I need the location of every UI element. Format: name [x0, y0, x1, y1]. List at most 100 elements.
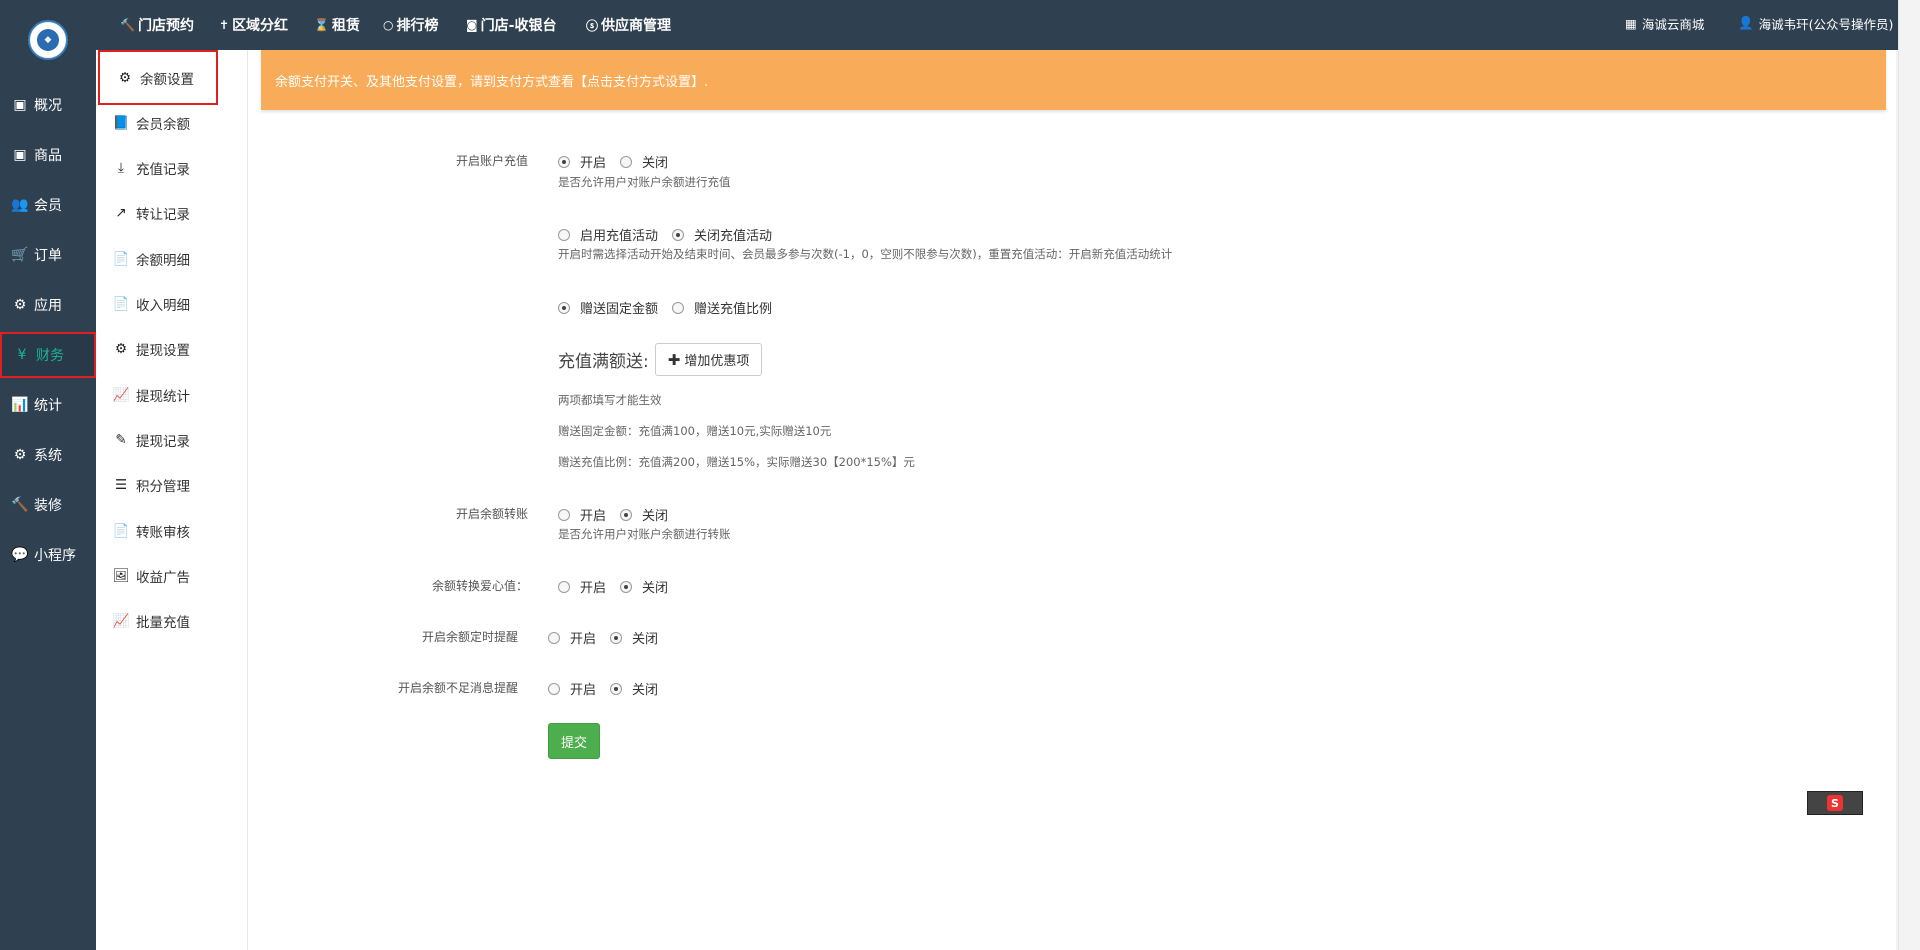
subnav-item-6[interactable]: ⚙ 提现设置 — [96, 327, 248, 372]
mainnav-item-1[interactable]: ▣ 商品 — [0, 132, 96, 178]
book-icon: 📘 — [112, 114, 130, 131]
low-remind-option-1[interactable]: 关闭 — [610, 679, 658, 698]
recharge-option-1[interactable]: 关闭 — [620, 152, 668, 171]
subnav-item-0[interactable]: ⚙ 余额设置 — [98, 50, 218, 105]
mainnav-item-label: 概况 — [34, 98, 62, 114]
logo[interactable]: ◆ — [28, 20, 68, 60]
line-chart-icon: 📈 — [112, 613, 130, 630]
mainnav-item-label: 商品 — [34, 148, 62, 164]
recharge-help: 是否允许用户对账户余额进行充值 — [558, 175, 731, 189]
add-tier-button[interactable]: ✚ 增加优惠项 — [654, 343, 763, 376]
radio-button[interactable] — [672, 228, 685, 241]
topnav-item-2[interactable]: ⌛ 租赁 — [314, 0, 360, 50]
shop-link-label: 海诚云商城 — [1641, 16, 1705, 32]
subnav-item-9[interactable]: ☰ 积分管理 — [96, 463, 248, 508]
page-scrollbar[interactable] — [1898, 0, 1920, 950]
gift-type-option-1[interactable]: 赠送充值比例 — [672, 298, 772, 317]
timed-remind-option-1[interactable]: 关闭 — [610, 628, 658, 647]
subnav-item-10[interactable]: 📄 转账审核 — [96, 508, 248, 553]
topnav-item-4[interactable]: ◙ 门店-收银台 — [466, 0, 556, 50]
recharge-label: 开启账户充值 — [455, 154, 528, 168]
radio-button[interactable] — [672, 301, 685, 314]
radio-button[interactable] — [558, 301, 570, 314]
topnav-item-0[interactable]: 🔨 门店预约 — [120, 0, 194, 50]
submit-button[interactable]: 提交 — [548, 723, 600, 759]
mainnav-item-label: 财务 — [36, 348, 64, 364]
love-option-0[interactable]: 开启 — [558, 577, 606, 596]
radio-button[interactable] — [548, 682, 560, 695]
payment-settings-alert[interactable]: 余额支付开关、及其他支付设置，请到支付方式查看【点击支付方式设置】. — [261, 50, 1886, 110]
radio-label: 关闭 — [642, 156, 669, 171]
subnav-item-4[interactable]: 📄 余额明细 — [96, 236, 248, 281]
mainnav-item-2[interactable]: 👥 会员 — [0, 182, 96, 228]
timed-remind-option-0[interactable]: 开启 — [548, 628, 596, 647]
subnav-item-2[interactable]: ⤓ 充值记录 — [96, 146, 248, 191]
subnav-item-1[interactable]: 📘 会员余额 — [96, 100, 248, 145]
topnav-item-5[interactable]: ⓢ 供应商管理 — [586, 0, 671, 50]
mainnav-item-3[interactable]: 🛒 订单 — [0, 232, 96, 278]
radio-button[interactable] — [558, 508, 570, 521]
download-icon: ⤓ — [118, 160, 124, 177]
radio-button[interactable] — [620, 508, 633, 521]
love-option-1[interactable]: 关闭 — [620, 577, 668, 596]
mainnav-item-5[interactable]: ¥ 财务 — [0, 332, 96, 378]
topnav-item-label: 供应商管理 — [601, 18, 672, 34]
subnav-item-7[interactable]: 📈 提现统计 — [96, 372, 248, 417]
transfer-option-0[interactable]: 开启 — [558, 505, 606, 524]
image-icon: 🖼 — [112, 567, 130, 584]
love-radio-group: 开启 关闭 — [558, 577, 682, 596]
subnav-item-5[interactable]: 📄 收入明细 — [96, 282, 248, 327]
box-icon: ▣ — [13, 147, 27, 163]
radio-label: 关闭 — [632, 632, 659, 647]
transfer-label: 开启余额转账 — [455, 507, 528, 521]
recharge-option-0[interactable]: 开启 — [558, 152, 606, 171]
activity-option-1[interactable]: 关闭充值活动 — [672, 225, 772, 244]
radio-button[interactable] — [610, 682, 623, 695]
mainnav-item-9[interactable]: 💬 小程序 — [0, 532, 96, 578]
ime-indicator[interactable]: S — [1807, 791, 1863, 815]
cart-icon: 🛒 — [11, 247, 29, 263]
recharge-radio-group: 开启 关闭 — [558, 152, 682, 171]
radio-button[interactable] — [558, 580, 570, 593]
radio-button[interactable] — [558, 228, 570, 241]
logo-mark-icon: ◆ — [37, 29, 59, 51]
subnav-item-11[interactable]: 🖼 收益广告 — [96, 553, 248, 598]
mainnav-item-0[interactable]: ▣ 概况 — [0, 82, 96, 128]
file-icon: 📄 — [112, 250, 130, 267]
activity-option-0[interactable]: 启用充值活动 — [558, 225, 658, 244]
topnav-item-label: 排行榜 — [396, 18, 439, 34]
add-tier-label: 增加优惠项 — [684, 354, 750, 369]
low-remind-option-0[interactable]: 开启 — [548, 679, 596, 698]
subnav-item-8[interactable]: ✎ 提现记录 — [96, 417, 248, 462]
radio-button[interactable] — [620, 580, 633, 593]
file-icon: 📄 — [112, 296, 130, 312]
tier-title: 充值满额送: — [558, 352, 649, 372]
subnav-item-label: 会员余额 — [136, 116, 190, 133]
radio-label: 关闭 — [642, 581, 669, 596]
mainnav-item-7[interactable]: ⚙ 系统 — [0, 432, 96, 478]
shop-link[interactable]: ▦ 海诚云商城 — [1625, 0, 1704, 46]
user-name: 海诚韦玕(公众号操作员) — [1758, 16, 1894, 32]
transfer-option-1[interactable]: 关闭 — [620, 505, 668, 524]
radio-button[interactable] — [558, 155, 570, 168]
gear-icon: ⚙ — [114, 341, 128, 358]
mainnav-item-label: 系统 — [34, 448, 62, 464]
user-menu[interactable]: 👤 海诚韦玕(公众号操作员) — [1738, 0, 1893, 46]
mainnav-item-8[interactable]: 🔨 装修 — [0, 482, 96, 528]
subnav-item-3[interactable]: ↗ 转让记录 — [96, 191, 248, 236]
balance-settings-panel: 余额支付开关、及其他支付设置，请到支付方式查看【点击支付方式设置】. 开启账户充… — [248, 50, 1896, 950]
subnav-item-12[interactable]: 📈 批量充值 — [96, 599, 248, 644]
line-chart-icon: 📈 — [112, 386, 130, 403]
bar-chart-icon: 📊 — [11, 397, 29, 413]
topnav-item-label: 租赁 — [331, 18, 360, 34]
mainnav-item-6[interactable]: 📊 统计 — [0, 382, 96, 428]
radio-button[interactable] — [620, 155, 633, 168]
topnav-item-1[interactable]: ✝ 区域分红 — [219, 0, 288, 50]
gift-type-option-0[interactable]: 赠送固定金额 — [558, 298, 658, 317]
mainnav-item-4[interactable]: ⚙ 应用 — [0, 282, 96, 328]
cogs-icon: ⚙ — [13, 447, 27, 463]
radio-button[interactable] — [610, 631, 623, 644]
subnav-item-label: 提现设置 — [136, 343, 190, 360]
radio-button[interactable] — [548, 631, 560, 644]
topnav-item-3[interactable]: ○ 排行榜 — [383, 0, 438, 50]
